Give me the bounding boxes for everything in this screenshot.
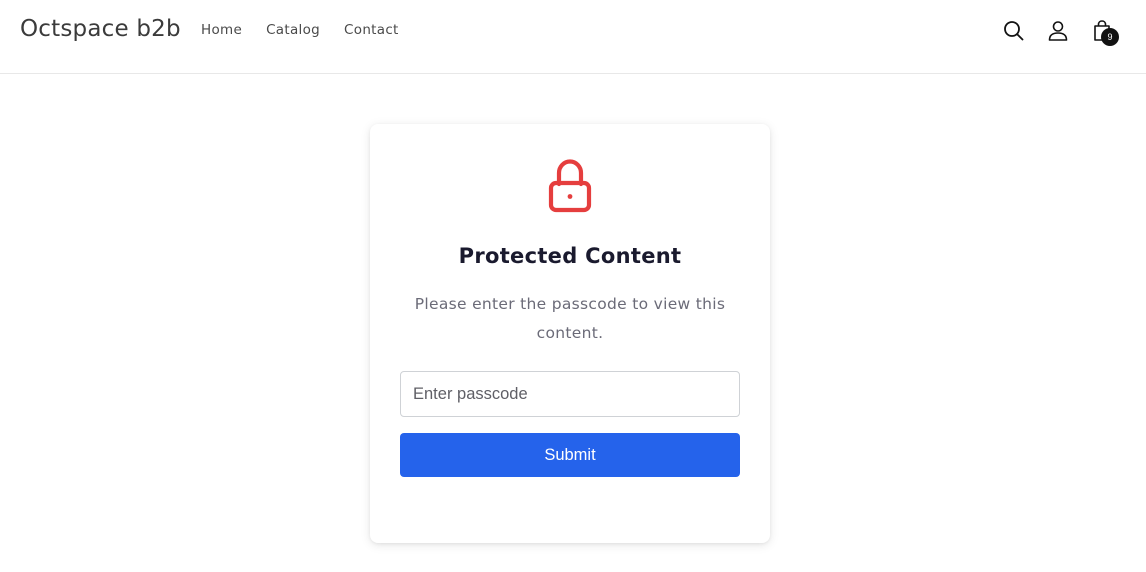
nav-link-catalog[interactable]: Catalog [254,22,332,38]
password-card: Protected Content Please enter the passc… [370,124,770,543]
main-nav: Home Catalog Contact [189,22,411,38]
site-header: Octspace b2b Home Catalog Contact 9 [0,0,1146,74]
card-title: Protected Content [458,244,682,268]
user-icon[interactable] [1043,16,1073,46]
cart-count-badge: 9 [1101,28,1119,46]
nav-link-contact[interactable]: Contact [332,22,411,38]
card-message: Please enter the passcode to view this c… [414,295,726,342]
store-logo[interactable]: Octspace b2b [20,16,181,42]
lock-icon [546,158,594,216]
submit-button[interactable]: Submit [400,433,740,477]
nav-link-home[interactable]: Home [189,22,254,38]
search-icon[interactable] [999,16,1029,46]
passcode-input[interactable] [400,371,740,417]
